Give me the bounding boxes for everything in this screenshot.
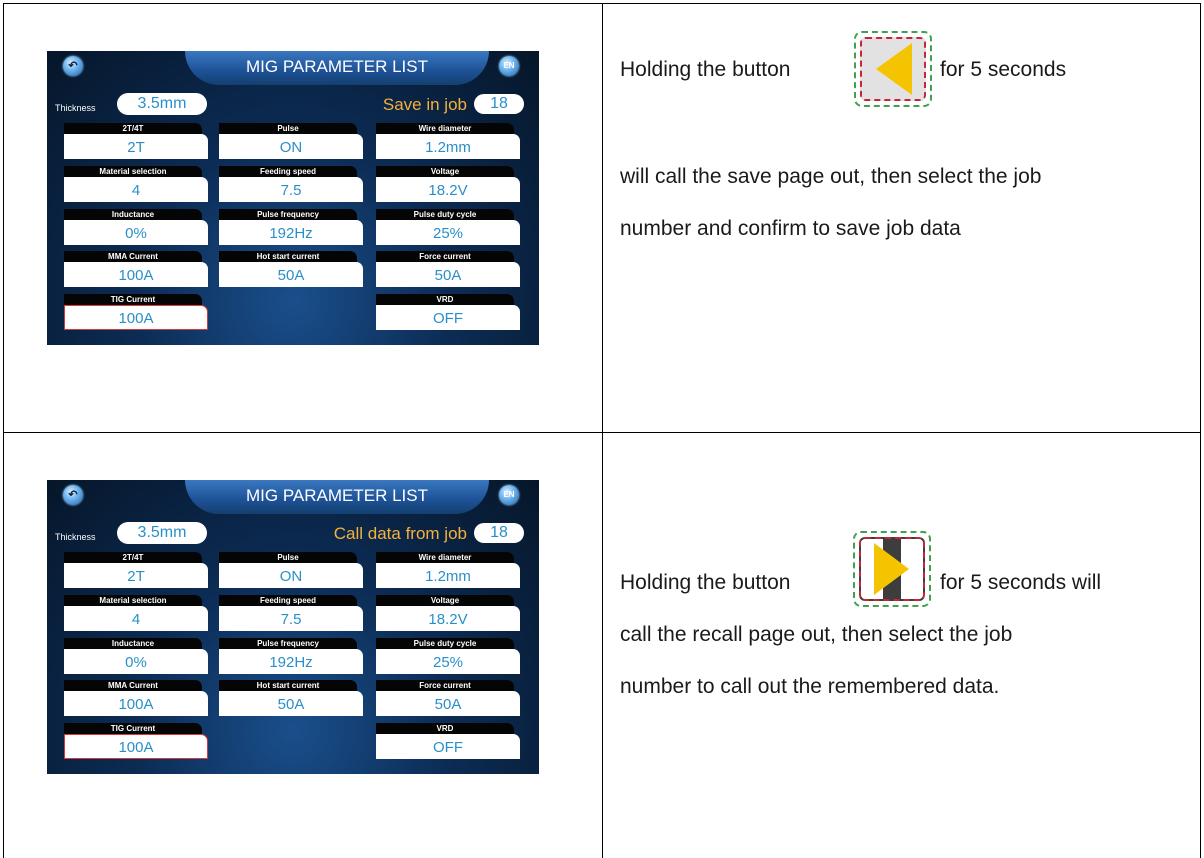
param-vrd[interactable]: VRD OFF — [376, 294, 520, 334]
screen-title: MIG PARAMETER LIST — [246, 57, 428, 76]
instruction-text-before: Holding the button — [620, 571, 791, 594]
param-tig-current[interactable]: TIG Current 100A — [64, 723, 208, 763]
job-label: Save in job — [382, 95, 467, 114]
param-vrd[interactable]: VRD OFF — [376, 723, 520, 763]
job-label: Call data from job — [333, 524, 467, 543]
param-mma-current[interactable]: MMA Current 100A — [64, 680, 208, 720]
job-number[interactable]: 18 — [474, 523, 524, 543]
instruction-line-1: will call the save page out, then select… — [620, 165, 1042, 188]
param-2t4t[interactable]: 2T/4T 2T — [64, 552, 208, 592]
instruction-text-after: for 5 seconds will — [940, 571, 1102, 594]
param-pulse-duty-cycle[interactable]: Pulse duty cycle 25% — [376, 209, 520, 249]
save-button-face — [860, 37, 926, 101]
save-button-illustration — [854, 31, 932, 107]
thickness-label: Thickness — [55, 103, 96, 113]
table-divider-row — [3, 432, 1201, 433]
instruction-table: MIG PARAMETER LIST ↶ EN Thickness 3.5mm … — [0, 0, 1204, 858]
param-inductance[interactable]: Inductance 0% — [64, 209, 208, 249]
param-feeding-speed[interactable]: Feeding speed 7.5 — [219, 595, 363, 635]
recall-button-face — [859, 537, 925, 601]
param-material-selection[interactable]: Material selection 4 — [64, 595, 208, 635]
table-border-right — [1200, 3, 1201, 858]
param-tig-current[interactable]: TIG Current 100A — [64, 294, 208, 334]
param-pulse-frequency[interactable]: Pulse frequency 192Hz — [219, 209, 363, 249]
param-pulse-duty-cycle[interactable]: Pulse duty cycle 25% — [376, 638, 520, 678]
screen-title: MIG PARAMETER LIST — [246, 486, 428, 505]
language-icon[interactable]: EN — [499, 56, 519, 76]
param-2t4t[interactable]: 2T/4T 2T — [64, 123, 208, 163]
table-border-top — [3, 3, 1201, 4]
instruction-line-1: call the recall page out, then select th… — [620, 623, 1013, 646]
param-hot-start-current[interactable]: Hot start current 50A — [219, 680, 363, 720]
param-wire-diameter[interactable]: Wire diameter 1.2mm — [376, 123, 520, 163]
back-arrow-icon[interactable]: ↶ — [63, 485, 83, 505]
recall-button-illustration — [853, 531, 931, 607]
param-pulse-frequency[interactable]: Pulse frequency 192Hz — [219, 638, 363, 678]
param-mma-current[interactable]: MMA Current 100A — [64, 251, 208, 291]
instruction-line-2: number and confirm to save job data — [620, 217, 961, 240]
param-hot-start-current[interactable]: Hot start current 50A — [219, 251, 363, 291]
table-border-left — [3, 3, 4, 858]
back-arrow-icon[interactable]: ↶ — [63, 56, 83, 76]
thickness-value[interactable]: 3.5mm — [117, 93, 207, 115]
thickness-value[interactable]: 3.5mm — [117, 522, 207, 544]
param-voltage[interactable]: Voltage 18.2V — [376, 595, 520, 635]
table-divider-middle — [602, 3, 603, 858]
job-number[interactable]: 18 — [474, 94, 524, 114]
param-pulse[interactable]: Pulse ON — [219, 123, 363, 163]
param-wire-diameter[interactable]: Wire diameter 1.2mm — [376, 552, 520, 592]
right-triangle-icon — [861, 539, 923, 599]
left-triangle-icon — [862, 39, 924, 99]
parameter-screen-recall: MIG PARAMETER LIST ↶ EN Thickness 3.5mm … — [47, 480, 539, 774]
param-force-current[interactable]: Force current 50A — [376, 251, 520, 291]
param-voltage[interactable]: Voltage 18.2V — [376, 166, 520, 206]
language-icon[interactable]: EN — [499, 485, 519, 505]
instruction-line-2: number to call out the remembered data. — [620, 675, 1000, 698]
param-pulse[interactable]: Pulse ON — [219, 552, 363, 592]
param-feeding-speed[interactable]: Feeding speed 7.5 — [219, 166, 363, 206]
instruction-text-before: Holding the button — [620, 58, 791, 81]
param-force-current[interactable]: Force current 50A — [376, 680, 520, 720]
parameter-screen-save: MIG PARAMETER LIST ↶ EN Thickness 3.5mm … — [47, 51, 539, 345]
thickness-label: Thickness — [55, 532, 96, 542]
instruction-text-after: for 5 seconds — [940, 58, 1067, 81]
param-inductance[interactable]: Inductance 0% — [64, 638, 208, 678]
param-material-selection[interactable]: Material selection 4 — [64, 166, 208, 206]
